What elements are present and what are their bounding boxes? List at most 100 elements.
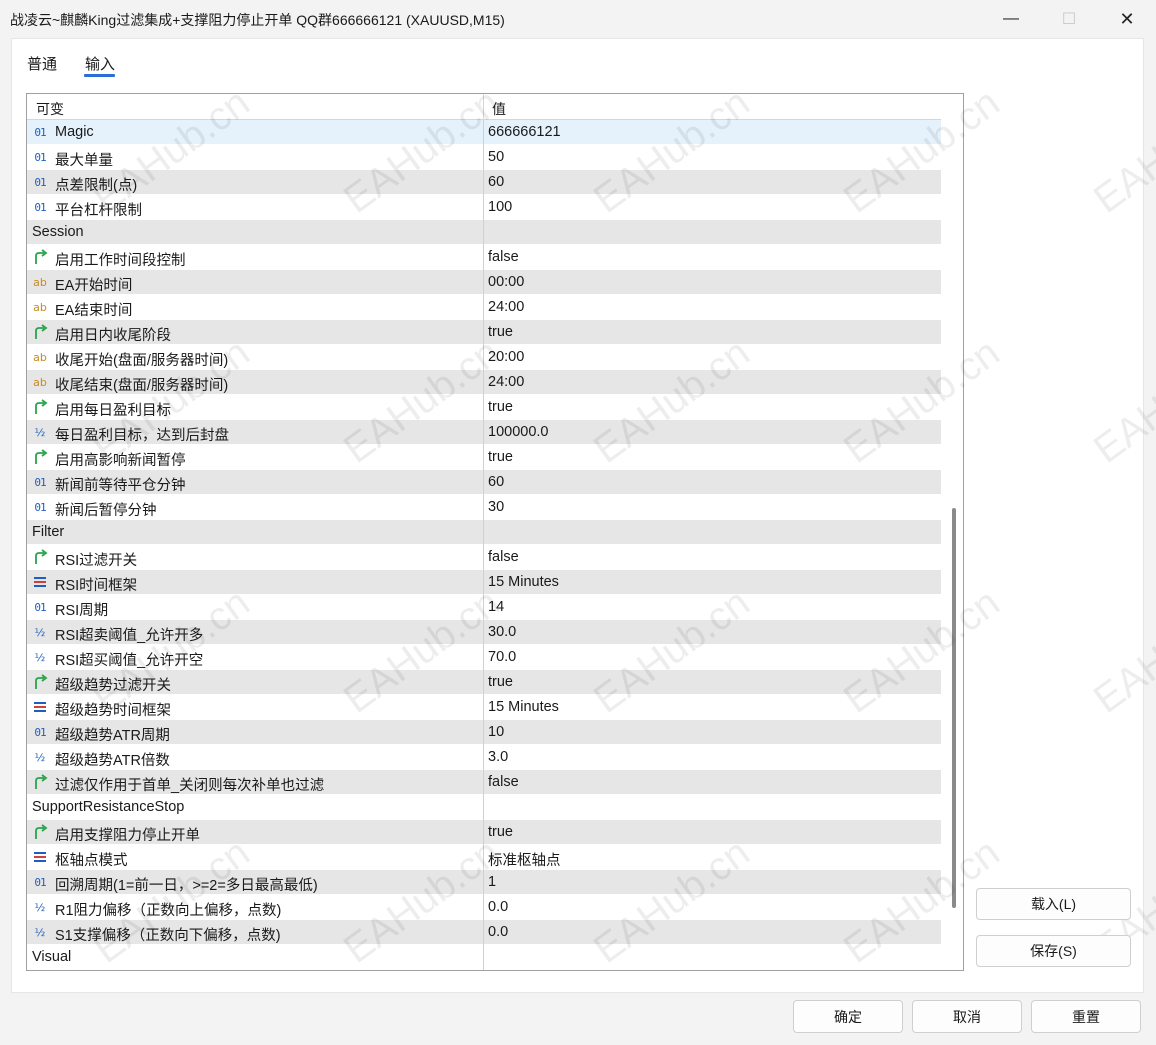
parameter-value[interactable]: 0.0 — [488, 899, 508, 915]
table-row[interactable]: 01 平台杠杆限制 100 — [27, 195, 941, 220]
parameter-name: R1阻力偏移（正数向上偏移，点数) — [55, 903, 282, 919]
table-row[interactable]: 启用工作时间段控制 false — [27, 245, 941, 270]
scrollbar-thumb[interactable] — [952, 508, 956, 908]
table-row[interactable]: 启用高影响新闻暂停 true — [27, 445, 941, 470]
table-row[interactable]: 超级趋势过滤开关 true — [27, 670, 941, 695]
cell-divider — [483, 920, 484, 945]
vertical-scrollbar[interactable] — [945, 94, 963, 970]
group-row[interactable]: SupportResistanceStop — [27, 795, 941, 820]
parameter-value[interactable]: false — [488, 249, 519, 265]
column-header-variable[interactable]: 可变 — [36, 99, 64, 119]
parameter-value[interactable]: 60 — [488, 174, 504, 190]
parameter-value[interactable]: 30 — [488, 499, 504, 515]
table-row[interactable]: 01 超级趋势ATR周期 10 — [27, 720, 941, 745]
parameter-name: RSI超卖阈值_允许开多 — [55, 628, 204, 644]
parameter-value[interactable]: false — [488, 549, 519, 565]
cell-divider — [483, 845, 484, 870]
column-divider[interactable] — [483, 94, 484, 120]
table-row[interactable]: ½ 超级趋势ATR倍数 3.0 — [27, 745, 941, 770]
parameter-value[interactable]: true — [488, 449, 513, 465]
save-button[interactable]: 保存(S) — [976, 935, 1131, 967]
parameter-value[interactable]: true — [488, 324, 513, 340]
cell-divider — [483, 795, 484, 820]
parameter-value[interactable]: 50 — [488, 149, 504, 165]
watermark: EAHub.cn — [1085, 330, 1156, 472]
integer-type-icon: 01 — [34, 125, 46, 139]
parameter-value[interactable]: 60 — [488, 474, 504, 490]
table-row[interactable]: RSI时间框架 15 Minutes — [27, 570, 941, 595]
parameter-value[interactable]: 24:00 — [488, 374, 524, 390]
integer-type-icon: 01 — [34, 875, 46, 889]
group-row[interactable]: Filter — [27, 520, 941, 545]
parameter-value[interactable]: 14 — [488, 599, 504, 615]
parameter-value[interactable]: true — [488, 674, 513, 690]
parameter-value[interactable]: 00:00 — [488, 274, 524, 290]
parameter-value[interactable]: 70.0 — [488, 649, 516, 665]
parameter-name: RSI周期 — [55, 603, 109, 619]
table-row[interactable]: 01 RSI周期 14 — [27, 595, 941, 620]
parameter-value[interactable]: 24:00 — [488, 299, 524, 315]
table-row[interactable]: 启用每日盈利目标 true — [27, 395, 941, 420]
cancel-button[interactable]: 取消 — [912, 1000, 1022, 1033]
table-row[interactable]: ½ RSI超卖阈值_允许开多 30.0 — [27, 620, 941, 645]
table-row[interactable]: 01 点差限制(点) 60 — [27, 170, 941, 195]
parameter-value[interactable]: 15 Minutes — [488, 699, 559, 715]
load-button[interactable]: 载入(L) — [976, 888, 1131, 920]
minimize-icon[interactable]: — — [988, 0, 1034, 38]
string-type-icon: ab — [33, 350, 47, 364]
ok-button[interactable]: 确定 — [793, 1000, 903, 1033]
table-row[interactable]: 01 新闻后暂停分钟 30 — [27, 495, 941, 520]
table-row[interactable]: 01 新闻前等待平仓分钟 60 — [27, 470, 941, 495]
table-row[interactable]: ab 收尾开始(盘面/服务器时间) 20:00 — [27, 345, 941, 370]
parameter-value[interactable]: 20:00 — [488, 349, 524, 365]
group-label: Session — [32, 224, 84, 240]
parameter-value[interactable]: 3.0 — [488, 749, 508, 765]
tab-general[interactable]: 普通 — [27, 53, 57, 74]
table-row[interactable]: 01 最大单量 50 — [27, 145, 941, 170]
parameter-value[interactable]: 666666121 — [488, 124, 561, 140]
table-row[interactable]: 启用日内收尾阶段 true — [27, 320, 941, 345]
table-row[interactable]: ab EA结束时间 24:00 — [27, 295, 941, 320]
table-row[interactable]: 过滤仅作用于首单_关闭则每次补单也过滤 false — [27, 770, 941, 795]
parameter-value[interactable]: false — [488, 774, 519, 790]
parameter-value[interactable]: 15 Minutes — [488, 574, 559, 590]
tab-inputs[interactable]: 输入 — [85, 53, 115, 74]
parameter-value[interactable]: 10 — [488, 724, 504, 740]
column-header-value[interactable]: 值 — [492, 99, 506, 119]
parameter-value[interactable]: 标准枢轴点 — [488, 849, 561, 870]
integer-type-icon: 01 — [34, 600, 46, 614]
table-row[interactable]: ½ 每日盈利目标，达到后封盘 100000.0 — [27, 420, 941, 445]
table-row[interactable]: ab 收尾结束(盘面/服务器时间) 24:00 — [27, 370, 941, 395]
parameter-value[interactable]: 100 — [488, 199, 512, 215]
parameter-value[interactable]: 0.0 — [488, 924, 508, 940]
cell-divider — [483, 645, 484, 670]
parameter-value[interactable]: true — [488, 824, 513, 840]
table-row[interactable]: ½ S1支撑偏移（正数向下偏移，点数) 0.0 — [27, 920, 941, 945]
string-type-icon: ab — [33, 275, 47, 289]
parameter-name: 超级趋势ATR倍数 — [55, 753, 170, 769]
table-row[interactable]: RSI过滤开关 false — [27, 545, 941, 570]
parameter-value[interactable]: 30.0 — [488, 624, 516, 640]
parameter-value[interactable]: 1 — [488, 874, 496, 890]
watermark: EAHub.cn — [1085, 80, 1156, 222]
table-row[interactable]: 超级趋势时间框架 15 Minutes — [27, 695, 941, 720]
cell-divider — [483, 820, 484, 845]
table-row[interactable]: ab EA开始时间 00:00 — [27, 270, 941, 295]
cell-divider — [483, 895, 484, 920]
table-row[interactable]: 启用支撑阻力停止开单 true — [27, 820, 941, 845]
group-row[interactable]: Visual — [27, 945, 941, 970]
integer-type-icon: 01 — [34, 475, 46, 489]
close-icon[interactable]: ✕ — [1104, 0, 1150, 38]
parameter-name: 启用工作时间段控制 — [55, 253, 186, 269]
table-row[interactable]: 01 Magic 666666121 — [27, 120, 941, 145]
table-row[interactable]: ½ RSI超买阈值_允许开空 70.0 — [27, 645, 941, 670]
cell-divider — [483, 470, 484, 495]
parameter-value[interactable]: 100000.0 — [488, 424, 548, 440]
table-row[interactable]: 枢轴点模式 标准枢轴点 — [27, 845, 941, 870]
table-row[interactable]: 01 回溯周期(1=前一日，>=2=多日最高最低) 1 — [27, 870, 941, 895]
reset-button[interactable]: 重置 — [1031, 1000, 1141, 1033]
parameter-value[interactable]: true — [488, 399, 513, 415]
table-row[interactable]: ½ R1阻力偏移（正数向上偏移，点数) 0.0 — [27, 895, 941, 920]
watermark: EAHub.cn — [1085, 580, 1156, 722]
group-row[interactable]: Session — [27, 220, 941, 245]
